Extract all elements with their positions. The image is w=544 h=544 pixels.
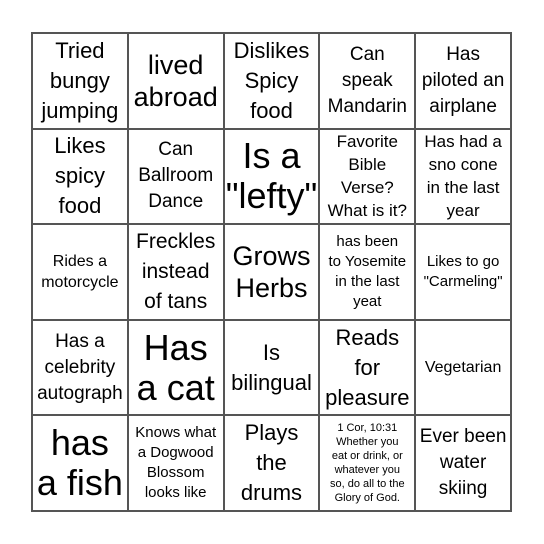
bingo-cell[interactable]: Knows what a Dogwood Blossom looks like [127,415,224,511]
bingo-cell-text: Vegetarian [424,359,502,377]
bingo-cell[interactable]: Plays the drums [223,415,320,511]
bingo-cell-text: 1 Cor, 10:31 Whether you eat or drink, o… [329,422,405,505]
bingo-cell[interactable]: Vegetarian [415,319,511,416]
bingo-cell[interactable]: lived abroad [127,33,224,129]
bingo-cell[interactable]: Has had a sno cone in the last year [415,128,511,225]
bingo-cell[interactable]: Freckles instead of tans [127,224,224,320]
bingo-cell-text: lived abroad [133,49,218,112]
bingo-cell-text: Dislikes Spicy food [233,37,310,123]
bingo-cell-text: has been to Yosemite in the last yeat [328,232,407,310]
bingo-cell[interactable]: Rides a motorcycle [32,224,128,320]
bingo-cell-text: Is a "lefty" [225,135,318,217]
bingo-cell[interactable]: Likes to go "Carmeling" [415,224,511,320]
bingo-cell[interactable]: Grows Herbs [223,224,320,320]
bingo-cell[interactable]: Has piloted an airplane [415,33,511,129]
bingo-cell[interactable]: Ever been water skiing [415,415,511,511]
bingo-cell-text: Ever been water skiing [419,426,507,500]
bingo-cell[interactable]: Is bilingual [223,319,320,416]
bingo-cell-text: Has piloted an airplane [421,43,505,117]
bingo-cell-text: Knows what a Dogwood Blossom looks like [135,424,217,502]
bingo-cell-text: Can speak Mandarin [327,43,407,117]
bingo-cell-text: has a fish [36,422,123,504]
bingo-cell[interactable]: Can speak Mandarin [319,33,416,129]
bingo-cell-text: Is bilingual [231,339,312,395]
bingo-cell[interactable]: Dislikes Spicy food [223,33,320,129]
bingo-cell[interactable]: Has a celebrity autograph [32,319,128,416]
bingo-cell-text: Grows Herbs [232,240,311,303]
bingo-cell-text: Has a celebrity autograph [37,330,123,404]
bingo-cell-text: Likes to go "Carmeling" [423,252,503,290]
bingo-cell[interactable]: 1 Cor, 10:31 Whether you eat or drink, o… [319,415,416,511]
bingo-cell[interactable]: has been to Yosemite in the last yeat [319,224,416,320]
bingo-cell-text: Rides a motorcycle [41,252,119,291]
bingo-cell[interactable]: has a fish [32,415,128,511]
bingo-cell[interactable]: Reads for pleasure [319,319,416,416]
bingo-cell-text: Favorite Bible Verse? What is it? [327,132,407,221]
bingo-cell-text: Likes spicy food [54,133,106,219]
bingo-cell[interactable]: Is a "lefty" [223,128,320,225]
bingo-cell[interactable]: Likes spicy food [32,128,128,225]
bingo-board: Tried bungy jumping lived abroad Dislikes … [31,32,512,512]
bingo-cell[interactable]: Tried bungy jumping [32,33,128,129]
bingo-cell[interactable]: Has a cat [127,319,224,416]
bingo-cell-text: Freckles instead of tans [136,229,216,313]
bingo-cell-text: Can Ballroom Dance [138,139,214,213]
bingo-cell[interactable]: Can Ballroom Dance [127,128,224,225]
bingo-cell-text: Plays the drums [240,420,303,506]
bingo-cell-text: Reads for pleasure [325,324,410,410]
bingo-cell-text: Tried bungy jumping [41,37,119,123]
bingo-cell-text: Has had a sno cone in the last year [424,132,502,221]
bingo-cell-text: Has a cat [136,326,215,408]
bingo-cell[interactable]: Favorite Bible Verse? What is it? [319,128,416,225]
